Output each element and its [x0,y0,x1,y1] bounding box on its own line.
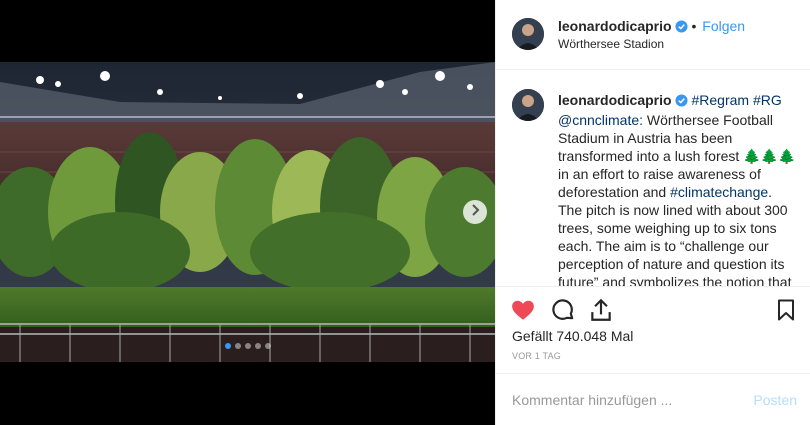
caption-username-link[interactable]: leonardodicaprio [558,92,672,108]
follow-button[interactable]: Folgen [702,18,745,34]
separator-dot: • [691,18,697,34]
save-button[interactable] [774,297,800,323]
carousel-dot [234,343,241,349]
like-count[interactable]: Gefällt 740.048 Mal [512,328,633,344]
avatar[interactable] [512,18,544,50]
header-user-line: leonardodicaprio • Folgen [558,18,745,36]
carousel-dot [254,343,261,349]
verified-badge-icon [675,20,688,36]
caption-area: leonardodicaprio #Regram #RG @cnnclimate… [496,71,810,286]
stadium-forest-image [0,62,495,362]
comment-button[interactable] [550,297,576,323]
bookmark-icon [774,299,798,327]
carousel-indicator [0,343,495,349]
heart-filled-icon [510,300,536,327]
post-photo[interactable] [0,62,495,362]
post-caption: leonardodicaprio #Regram #RG @cnnclimate… [558,91,798,286]
post-header: leonardodicaprio • Folgen Wörthersee Sta… [496,0,810,70]
carousel-dot [264,343,271,349]
comment-input[interactable] [512,390,732,410]
action-bar [496,286,810,334]
hashtag-climatechange[interactable]: #climatechange [670,184,768,200]
hashtag-regram[interactable]: #Regram [691,92,749,108]
post-side-panel: leonardodicaprio • Folgen Wörthersee Sta… [495,0,810,425]
like-button[interactable] [510,297,536,323]
avatar[interactable] [512,89,544,121]
post-comment-button[interactable]: Posten [753,392,797,408]
comment-bar: Posten [496,373,810,425]
post-timestamp[interactable]: VOR 1 TAG [512,351,561,361]
verified-badge-icon [675,93,688,111]
carousel-next-button[interactable] [463,200,487,224]
share-button[interactable] [588,297,614,323]
comment-bubble-icon [550,299,576,327]
chevron-right-icon [470,203,480,221]
post-media-panel [0,0,495,425]
carousel-dot [224,343,231,349]
caption-emoji: 🌲🌲🌲 [743,148,796,164]
username-link[interactable]: leonardodicaprio [558,18,672,34]
carousel-dot [244,343,251,349]
share-send-icon [588,298,614,327]
hashtag-rg[interactable]: #RG [753,92,782,108]
mention-cnnclimate[interactable]: @cnnclimate: [558,112,643,128]
location-link[interactable]: Wörthersee Stadion [558,37,664,51]
